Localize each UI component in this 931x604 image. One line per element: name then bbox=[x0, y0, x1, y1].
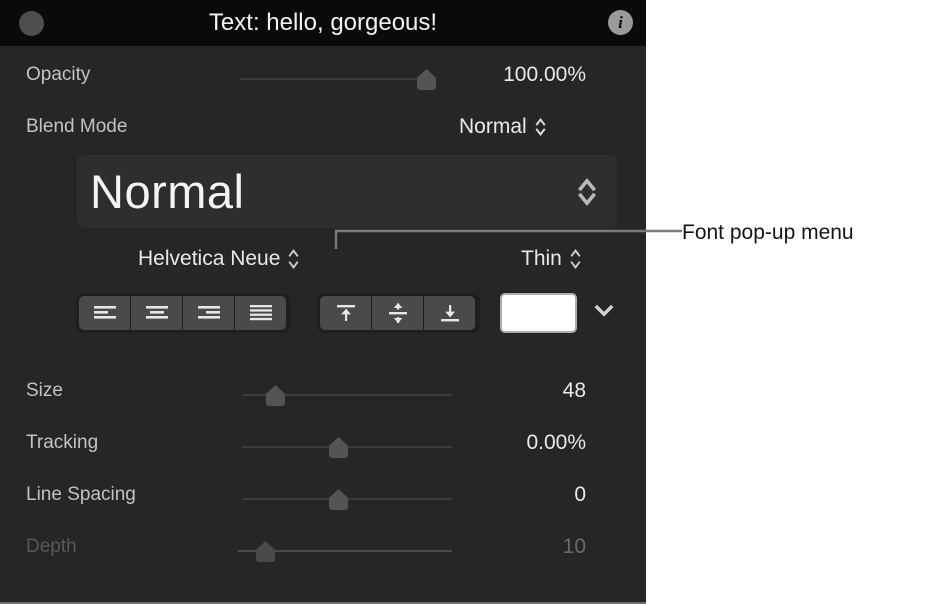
size-value[interactable]: 48 bbox=[470, 374, 586, 408]
horizontal-align-group bbox=[76, 293, 290, 333]
slider-thumb[interactable] bbox=[329, 437, 348, 458]
align-right-icon[interactable] bbox=[183, 296, 234, 330]
slider-thumb[interactable] bbox=[266, 385, 285, 406]
chevron-down-icon[interactable] bbox=[592, 303, 616, 321]
vertical-align-group bbox=[317, 293, 480, 333]
page-title: Text: hello, gorgeous! bbox=[208, 9, 438, 36]
blend-mode-popup[interactable]: Normal bbox=[459, 110, 547, 144]
chevron-up-down-icon bbox=[570, 249, 581, 269]
opacity-slider[interactable] bbox=[240, 58, 436, 92]
font-preview-popup[interactable]: Normal bbox=[77, 155, 617, 228]
align-center-icon[interactable] bbox=[131, 296, 182, 330]
align-top-icon[interactable] bbox=[320, 296, 371, 330]
depth-row: Depth 10 bbox=[0, 530, 646, 564]
inspector-titlebar: Text: hello, gorgeous! i bbox=[0, 0, 646, 46]
opacity-row: Opacity 100.00% bbox=[0, 58, 646, 92]
chevron-up-down-icon bbox=[288, 249, 299, 269]
slider-thumb bbox=[256, 541, 275, 562]
text-inspector-panel: Text: hello, gorgeous! i Opacity 100.00%… bbox=[0, 0, 646, 604]
blend-mode-label: Blend Mode bbox=[26, 116, 128, 137]
font-family-value: Helvetica Neue bbox=[138, 247, 281, 270]
font-weight-value: Thin bbox=[521, 247, 562, 270]
text-color-swatch[interactable] bbox=[500, 293, 577, 333]
size-row: Size 48 bbox=[0, 374, 646, 408]
info-icon[interactable]: i bbox=[608, 10, 633, 35]
tracking-row: Tracking 0.00% bbox=[0, 426, 646, 460]
tracking-slider[interactable] bbox=[242, 426, 452, 460]
slider-thumb[interactable] bbox=[417, 69, 436, 90]
blend-mode-value: Normal bbox=[459, 115, 527, 138]
align-left-icon[interactable] bbox=[79, 296, 130, 330]
opacity-label: Opacity bbox=[26, 64, 91, 85]
blend-mode-row: Blend Mode Normal bbox=[0, 110, 646, 144]
tracking-label: Tracking bbox=[26, 432, 99, 453]
line-spacing-value[interactable]: 0 bbox=[470, 478, 586, 512]
callout-label: Font pop-up menu bbox=[682, 221, 854, 244]
font-family-popup[interactable]: Helvetica Neue bbox=[138, 242, 300, 276]
depth-slider bbox=[238, 530, 452, 564]
font-preview-text: Normal bbox=[90, 165, 245, 218]
align-middle-icon[interactable] bbox=[372, 296, 423, 330]
depth-value: 10 bbox=[562, 535, 586, 558]
opacity-value[interactable]: 100.00% bbox=[460, 58, 586, 92]
chevron-up-down-icon bbox=[578, 178, 596, 206]
line-spacing-slider[interactable] bbox=[242, 478, 452, 512]
align-bottom-icon[interactable] bbox=[424, 296, 475, 330]
size-slider[interactable] bbox=[242, 374, 452, 408]
font-weight-popup[interactable]: Thin bbox=[521, 242, 582, 276]
slider-track bbox=[240, 78, 436, 80]
line-spacing-label: Line Spacing bbox=[26, 484, 136, 505]
tracking-value[interactable]: 0.00% bbox=[448, 426, 586, 460]
size-label: Size bbox=[26, 380, 63, 401]
align-justify-icon[interactable] bbox=[235, 296, 286, 330]
chevron-up-down-icon bbox=[535, 118, 546, 136]
depth-label: Depth bbox=[26, 536, 77, 557]
slider-thumb[interactable] bbox=[329, 489, 348, 510]
line-spacing-row: Line Spacing 0 bbox=[0, 478, 646, 512]
